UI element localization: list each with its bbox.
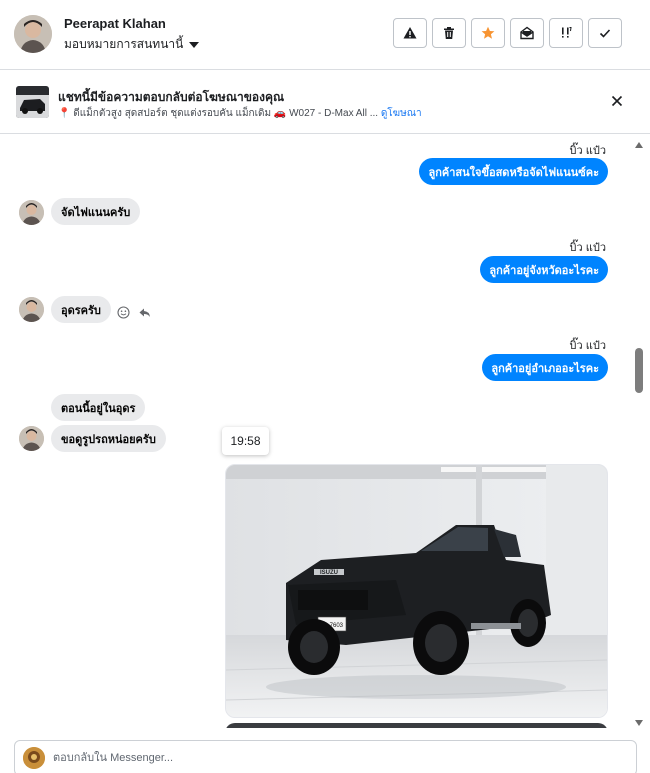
chevron-down-icon: [189, 41, 200, 48]
car-photo-attachment[interactable]: ISUZU ขง 7603: [225, 464, 608, 718]
reply-icon[interactable]: [138, 306, 151, 319]
assign-label: มอบหมายการสนทนานี้: [64, 37, 184, 51]
conversation-header: Peerapat Klahan มอบหมายการสนทนานี้: [0, 0, 650, 70]
conversation-actions: [393, 18, 622, 48]
outgoing-message[interactable]: ลูกค้าสนใจขึ้อสดหรือจัดไฟแนนซ์คะ: [419, 158, 608, 185]
ad-banner-title: แชทนี้มีข้อความตอบกลับต่อโฆษณาของคุณ: [58, 90, 285, 104]
message-tools: [117, 306, 151, 319]
scrollbar-thumb[interactable]: [635, 348, 643, 393]
contact-avatar-small[interactable]: [19, 426, 44, 451]
timestamp-tooltip: 19:58: [222, 427, 269, 455]
incoming-message[interactable]: จัดไฟแนนครับ: [51, 198, 141, 225]
reply-input[interactable]: [53, 741, 613, 773]
incoming-message[interactable]: ตอนนี้อยู่ในอุดร: [51, 394, 146, 421]
follow-up-button[interactable]: [549, 18, 583, 48]
emoji-reaction-icon[interactable]: [117, 306, 130, 319]
sender-name: บิ๊ว แป๋ว: [569, 145, 606, 157]
incoming-message[interactable]: อุดรครับ: [51, 296, 111, 323]
mark-unread-icon: [520, 26, 534, 40]
sender-name: บิ๊ว แป๋ว: [569, 242, 606, 254]
contact-avatar-small[interactable]: [19, 297, 44, 322]
spam-button[interactable]: [393, 18, 427, 48]
brand-badge: ISUZU: [320, 570, 338, 576]
scroll-down-arrow-icon[interactable]: [635, 720, 643, 726]
mark-unread-button[interactable]: [510, 18, 544, 48]
outgoing-message[interactable]: ลูกค้าอยู่จังหวัดอะไรคะ: [480, 256, 608, 283]
ad-banner-subtitle: 📍 ดีแม็กตัวสูง สุดสปอร์ต ชุดแต่งรอบคัน แ…: [58, 106, 422, 121]
second-photo-attachment[interactable]: [225, 723, 608, 728]
trash-icon: [444, 27, 454, 39]
ad-reply-banner: แชทนี้มีข้อความตอบกลับต่อโฆษณาของคุณ 📍 ด…: [0, 70, 650, 134]
close-icon[interactable]: [610, 94, 624, 108]
sender-name: บิ๊ว แป๋ว: [569, 340, 606, 352]
check-icon: [599, 29, 611, 38]
star-icon: [481, 26, 495, 39]
incoming-message[interactable]: ขอดูรูปรถหน่อยครับ: [51, 425, 166, 452]
view-ad-link[interactable]: ดูโฆษณา: [381, 108, 422, 119]
message-thread[interactable]: บิ๊ว แป๋ว ลูกค้าสนใจขึ้อสดหรือจัดไฟแนนซ์…: [0, 134, 650, 728]
page-avatar: [23, 747, 45, 769]
contact-avatar-small[interactable]: [19, 200, 44, 225]
ad-description: 📍 ดีแม็กตัวสูง สุดสปอร์ต ชุดแต่งรอบคัน แ…: [58, 108, 379, 119]
warning-icon: [403, 27, 417, 39]
ad-thumbnail[interactable]: [16, 86, 49, 118]
delete-button[interactable]: [432, 18, 466, 48]
contact-avatar[interactable]: [14, 15, 52, 53]
done-button[interactable]: [588, 18, 622, 48]
assign-conversation-dropdown[interactable]: มอบหมายการสนทนานี้: [64, 35, 200, 54]
follow-up-icon: [562, 27, 572, 38]
contact-name[interactable]: Peerapat Klahan: [64, 16, 166, 31]
scroll-up-arrow-icon[interactable]: [635, 142, 643, 148]
chat-scrollbar[interactable]: [634, 140, 644, 728]
star-button[interactable]: [471, 18, 505, 48]
reply-bar: [14, 740, 637, 773]
outgoing-message[interactable]: ลูกค้าอยู่อำเภออะไรคะ: [482, 354, 608, 381]
